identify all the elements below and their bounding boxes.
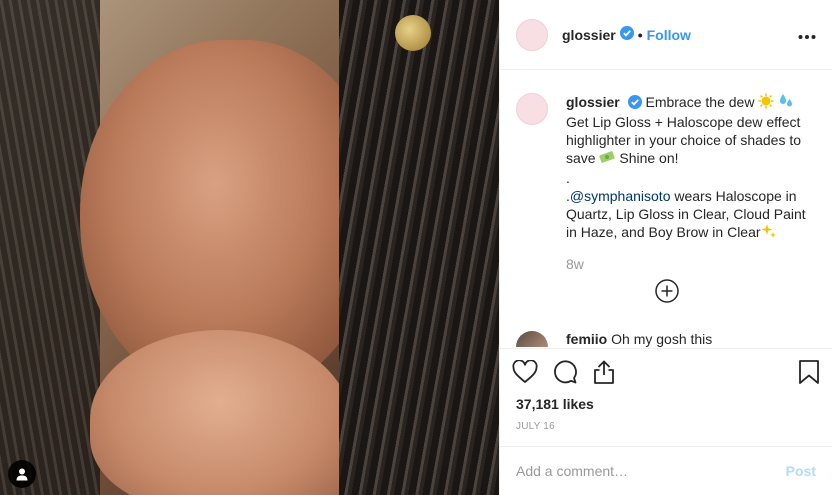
droplets-emoji-icon	[778, 93, 794, 113]
caption-dot-line: .	[566, 170, 570, 186]
caption-username[interactable]: glossier	[566, 94, 620, 110]
comment-bubble-icon[interactable]	[552, 352, 592, 392]
commenter-username[interactable]: femiio	[566, 331, 607, 347]
post-age[interactable]: 8w	[566, 255, 816, 273]
post-comment-button[interactable]: Post	[786, 463, 816, 479]
user-tag-icon[interactable]	[8, 460, 36, 488]
money-emoji-icon	[599, 149, 616, 169]
mention-link[interactable]: @symphanisoto	[570, 188, 671, 204]
verified-badge-icon	[619, 26, 634, 43]
commenter-avatar[interactable]	[516, 331, 548, 347]
comments-area[interactable]: glossier Embrace the dew Get Lip Gloss +…	[500, 71, 832, 347]
post-header: glossier • Follow	[500, 0, 832, 70]
like-count[interactable]: 37,181 likes	[516, 396, 594, 412]
comment-item: femiio Oh my gosh this	[516, 331, 712, 347]
share-icon[interactable]	[592, 352, 632, 392]
heart-icon[interactable]	[512, 352, 552, 392]
bookmark-icon[interactable]	[780, 352, 820, 392]
comment-body: Oh my gosh this	[611, 331, 713, 347]
sparkles-emoji-icon	[761, 223, 777, 243]
comment-text: femiio Oh my gosh this	[566, 331, 712, 347]
verified-badge-icon	[627, 95, 642, 113]
load-more-plus-icon[interactable]	[655, 279, 679, 303]
comment-input[interactable]	[516, 463, 786, 479]
add-comment-bar: Post	[500, 446, 832, 495]
follow-button[interactable]: Follow	[647, 27, 691, 43]
caption-text: glossier Embrace the dew Get Lip Gloss +…	[566, 93, 816, 273]
caption: glossier Embrace the dew Get Lip Gloss +…	[516, 93, 816, 273]
more-options-icon[interactable]	[798, 27, 816, 43]
caption-line-1: Embrace the dew	[645, 94, 755, 110]
account-username[interactable]: glossier	[562, 27, 616, 43]
separator-dot: •	[637, 26, 643, 43]
action-bar	[500, 348, 832, 395]
post-side-panel: glossier • Follow glossier Embrace the d…	[499, 0, 832, 495]
caption-line-2-end: Shine on!	[619, 150, 679, 166]
account-avatar[interactable]	[516, 18, 548, 51]
sun-emoji-icon	[758, 93, 774, 113]
post-date: JULY 16	[516, 421, 555, 432]
caption-avatar[interactable]	[516, 93, 548, 125]
post-photo[interactable]	[0, 0, 499, 495]
